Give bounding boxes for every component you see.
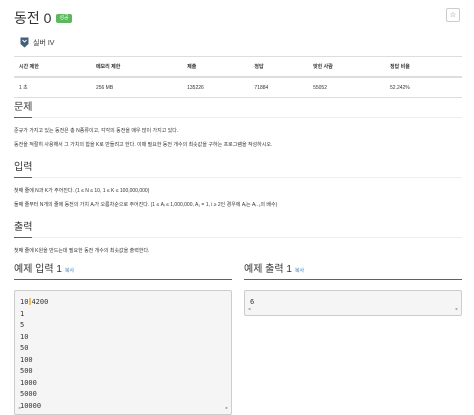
horizontal-scrollbar[interactable]: ◀ ▶ bbox=[18, 402, 228, 414]
table-cell: 1 초 bbox=[14, 77, 91, 98]
copy-input-link[interactable]: 복사 bbox=[65, 267, 74, 274]
problem-paragraph: 동전을 적절히 사용해서 그 가치의 합을 K로 만들려고 한다. 이때 필요한… bbox=[14, 142, 273, 148]
code-line: 5 bbox=[20, 321, 25, 329]
page-title: 동전 0 bbox=[14, 10, 52, 26]
problem-section: 문제 준규가 가지고 있는 동전은 총 N종류이고, 각각의 동전을 매우 많이… bbox=[14, 97, 462, 149]
problem-header: 동전 0 성공 ☆ 실버 IV bbox=[14, 8, 460, 48]
table-header: 제출 bbox=[182, 56, 250, 78]
table-cell: 55052 bbox=[308, 77, 386, 98]
problem-info-table: 시간 제한 메모리 제한 제출 정답 맞힌 사람 정답 비율 1 초 256 M… bbox=[14, 56, 462, 98]
table-header: 정답 비율 bbox=[385, 56, 462, 78]
input-section: 입력 첫째 줄에 N과 K가 주어진다. (1 ≤ N ≤ 10, 1 ≤ K … bbox=[14, 157, 462, 209]
problem-paragraph: 준규가 가지고 있는 동전은 총 N종류이고, 각각의 동전을 매우 많이 가지… bbox=[14, 128, 179, 134]
example-output-header: 예제 출력 1 복사 bbox=[244, 260, 462, 280]
code-token: 10 bbox=[20, 298, 29, 306]
star-icon: ☆ bbox=[449, 12, 457, 19]
table-header: 맞힌 사람 bbox=[308, 56, 386, 78]
output-paragraph: 첫째 줄에 K원을 만드는데 필요한 동전 개수의 최솟값을 출력한다. bbox=[14, 248, 150, 254]
code-line: 1000 bbox=[20, 378, 37, 387]
example-input-box[interactable]: 10 4200 1 5 10 50 100 500 1000 5000 10000… bbox=[14, 290, 232, 415]
table-row: 1 초 256 MB 135226 71884 55052 52.242% bbox=[14, 77, 462, 98]
section-divider bbox=[14, 117, 462, 118]
input-paragraph: 첫째 줄에 N과 K가 주어진다. (1 ≤ N ≤ 10, 1 ≤ K ≤ 1… bbox=[14, 188, 150, 194]
table-header: 정답 bbox=[249, 56, 309, 78]
table-header: 메모리 제한 bbox=[90, 56, 183, 78]
table-cell: 135226 bbox=[182, 77, 250, 98]
example-input-panel: 예제 입력 1 복사 10 4200 1 5 10 50 100 500 1000… bbox=[14, 260, 232, 415]
example-input-header: 예제 입력 1 복사 bbox=[14, 260, 232, 280]
horizontal-scrollbar[interactable]: ◀ ▶ bbox=[248, 303, 458, 315]
scroll-right-icon[interactable]: ▶ bbox=[456, 303, 458, 315]
scroll-left-icon[interactable]: ◀ bbox=[248, 303, 250, 315]
table-header: 시간 제한 bbox=[14, 56, 91, 78]
table-cell: 256 MB bbox=[90, 77, 183, 98]
code-line: 50 bbox=[20, 344, 29, 352]
table-header-row: 시간 제한 메모리 제한 제출 정답 맞힌 사람 정답 비율 bbox=[14, 56, 462, 78]
code-line: 1 bbox=[20, 309, 25, 318]
code-line: 10 4200 bbox=[20, 297, 226, 309]
star-button[interactable]: ☆ bbox=[446, 8, 460, 22]
table-cell: 71884 bbox=[249, 77, 309, 98]
scroll-left-icon[interactable]: ◀ bbox=[18, 402, 20, 414]
code-line: 500 bbox=[20, 367, 33, 375]
example-output-panel: 예제 출력 1 복사 6 ◀ ▶ bbox=[244, 260, 462, 316]
example-input-title: 예제 입력 1 bbox=[14, 264, 62, 275]
scroll-right-icon[interactable]: ▶ bbox=[226, 402, 228, 414]
section-heading-output: 출력 bbox=[14, 218, 33, 238]
section-heading-problem: 문제 bbox=[14, 98, 33, 118]
tier-icon bbox=[20, 37, 29, 48]
input-paragraph: 둘째 줄부터 N개의 줄에 동전의 가치 Aᵢ가 오름차순으로 주어진다. (1… bbox=[14, 202, 278, 208]
section-divider bbox=[14, 237, 462, 238]
code-line: 10 bbox=[20, 332, 29, 341]
tier-label: 실버 IV bbox=[33, 39, 55, 47]
code-line: 5000 bbox=[20, 390, 37, 398]
table-cell: 52.242% bbox=[385, 77, 462, 98]
code-token: 4200 bbox=[31, 298, 49, 306]
section-divider bbox=[14, 177, 462, 178]
status-badge: 성공 bbox=[56, 13, 72, 23]
section-heading-input: 입력 bbox=[14, 158, 33, 178]
copy-output-link[interactable]: 복사 bbox=[295, 267, 304, 274]
example-output-box[interactable]: 6 ◀ ▶ bbox=[244, 290, 462, 316]
example-output-title: 예제 출력 1 bbox=[244, 264, 292, 275]
code-line: 100 bbox=[20, 355, 33, 364]
output-section: 출력 첫째 줄에 K원을 만드는데 필요한 동전 개수의 최솟값을 출력한다. bbox=[14, 217, 462, 255]
tier-row[interactable]: 실버 IV bbox=[20, 37, 460, 48]
